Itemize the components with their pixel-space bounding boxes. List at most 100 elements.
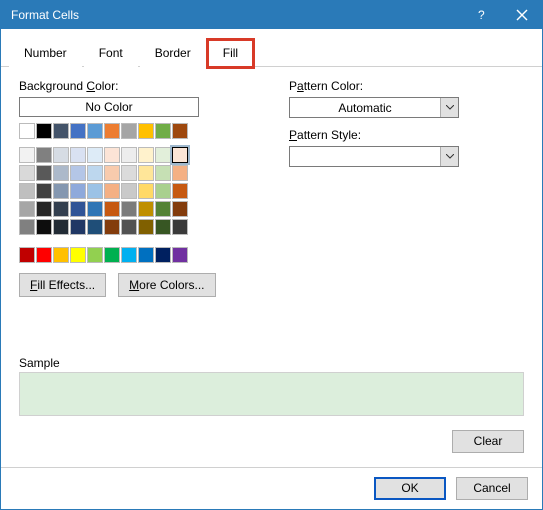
color-swatch[interactable] [53, 123, 69, 139]
color-swatch[interactable] [19, 219, 35, 235]
color-swatch[interactable] [121, 247, 137, 263]
color-swatch[interactable] [172, 247, 188, 263]
color-swatch[interactable] [87, 219, 103, 235]
color-swatch[interactable] [104, 201, 120, 217]
pattern-style-label: Pattern Style: [289, 128, 524, 142]
color-swatch[interactable] [172, 147, 188, 163]
color-swatch[interactable] [19, 147, 35, 163]
sample-label: Sample [19, 356, 524, 370]
color-palette [19, 123, 259, 263]
help-button[interactable]: ? [462, 1, 502, 29]
window-title: Format Cells [11, 8, 79, 22]
color-swatch[interactable] [138, 165, 154, 181]
color-swatch[interactable] [138, 183, 154, 199]
color-swatch[interactable] [70, 183, 86, 199]
color-swatch[interactable] [53, 147, 69, 163]
color-swatch[interactable] [104, 247, 120, 263]
color-swatch[interactable] [121, 183, 137, 199]
color-swatch[interactable] [19, 201, 35, 217]
color-swatch[interactable] [87, 123, 103, 139]
color-swatch[interactable] [19, 123, 35, 139]
color-swatch[interactable] [36, 147, 52, 163]
cancel-button[interactable]: Cancel [456, 477, 528, 500]
color-swatch[interactable] [87, 165, 103, 181]
color-swatch[interactable] [121, 165, 137, 181]
color-swatch[interactable] [104, 219, 120, 235]
color-swatch[interactable] [70, 247, 86, 263]
pattern-color-combo[interactable]: Automatic [289, 97, 459, 118]
clear-button[interactable]: Clear [452, 430, 524, 453]
titlebar: Format Cells ? [1, 1, 542, 29]
color-swatch[interactable] [155, 219, 171, 235]
color-swatch[interactable] [19, 183, 35, 199]
color-swatch[interactable] [36, 165, 52, 181]
tab-border[interactable]: Border [140, 40, 206, 67]
color-swatch[interactable] [155, 201, 171, 217]
sample-preview [19, 372, 524, 416]
color-swatch[interactable] [87, 247, 103, 263]
color-swatch[interactable] [172, 183, 188, 199]
tab-strip: Number Font Border Fill [1, 29, 542, 67]
color-swatch[interactable] [138, 123, 154, 139]
color-swatch[interactable] [53, 165, 69, 181]
color-swatch[interactable] [36, 183, 52, 199]
color-swatch[interactable] [155, 123, 171, 139]
tab-fill[interactable]: Fill [208, 40, 253, 67]
color-swatch[interactable] [87, 201, 103, 217]
dialog-body: Background Color: No Color Fill Effects.… [1, 67, 542, 467]
ok-button[interactable]: OK [374, 477, 446, 500]
no-color-button[interactable]: No Color [19, 97, 199, 117]
color-swatch[interactable] [172, 165, 188, 181]
tab-font[interactable]: Font [84, 40, 138, 67]
color-swatch[interactable] [19, 247, 35, 263]
color-swatch[interactable] [121, 219, 137, 235]
color-swatch[interactable] [121, 201, 137, 217]
color-swatch[interactable] [70, 165, 86, 181]
pattern-color-value: Automatic [290, 101, 440, 115]
color-swatch[interactable] [53, 247, 69, 263]
color-swatch[interactable] [121, 123, 137, 139]
color-swatch[interactable] [138, 201, 154, 217]
color-swatch[interactable] [104, 123, 120, 139]
format-cells-dialog: Format Cells ? Number Font Border Fill B… [0, 0, 543, 510]
close-button[interactable] [502, 1, 542, 29]
chevron-down-icon [440, 98, 458, 117]
color-swatch[interactable] [53, 183, 69, 199]
color-swatch[interactable] [53, 201, 69, 217]
color-swatch[interactable] [19, 165, 35, 181]
color-swatch[interactable] [138, 147, 154, 163]
color-swatch[interactable] [138, 219, 154, 235]
color-swatch[interactable] [155, 147, 171, 163]
color-swatch[interactable] [36, 201, 52, 217]
fill-effects-button[interactable]: Fill Effects... [19, 273, 106, 297]
color-swatch[interactable] [36, 219, 52, 235]
more-colors-button[interactable]: More Colors... [118, 273, 215, 297]
tab-number[interactable]: Number [9, 40, 82, 67]
color-swatch[interactable] [53, 219, 69, 235]
color-swatch[interactable] [138, 247, 154, 263]
pattern-color-label: Pattern Color: [289, 79, 524, 93]
color-swatch[interactable] [155, 165, 171, 181]
color-swatch[interactable] [172, 201, 188, 217]
color-swatch[interactable] [104, 147, 120, 163]
color-swatch[interactable] [70, 147, 86, 163]
color-swatch[interactable] [87, 147, 103, 163]
dialog-footer: OK Cancel [1, 467, 542, 509]
color-swatch[interactable] [36, 123, 52, 139]
color-swatch[interactable] [104, 183, 120, 199]
pattern-style-combo[interactable] [289, 146, 459, 167]
color-swatch[interactable] [172, 123, 188, 139]
color-swatch[interactable] [70, 123, 86, 139]
color-swatch[interactable] [87, 183, 103, 199]
color-swatch[interactable] [172, 219, 188, 235]
background-color-label: Background Color: [19, 79, 259, 93]
color-swatch[interactable] [121, 147, 137, 163]
color-swatch[interactable] [70, 219, 86, 235]
color-swatch[interactable] [155, 183, 171, 199]
color-swatch[interactable] [70, 201, 86, 217]
color-swatch[interactable] [104, 165, 120, 181]
color-swatch[interactable] [36, 247, 52, 263]
chevron-down-icon [440, 147, 458, 166]
color-swatch[interactable] [155, 247, 171, 263]
svg-text:?: ? [478, 8, 485, 22]
